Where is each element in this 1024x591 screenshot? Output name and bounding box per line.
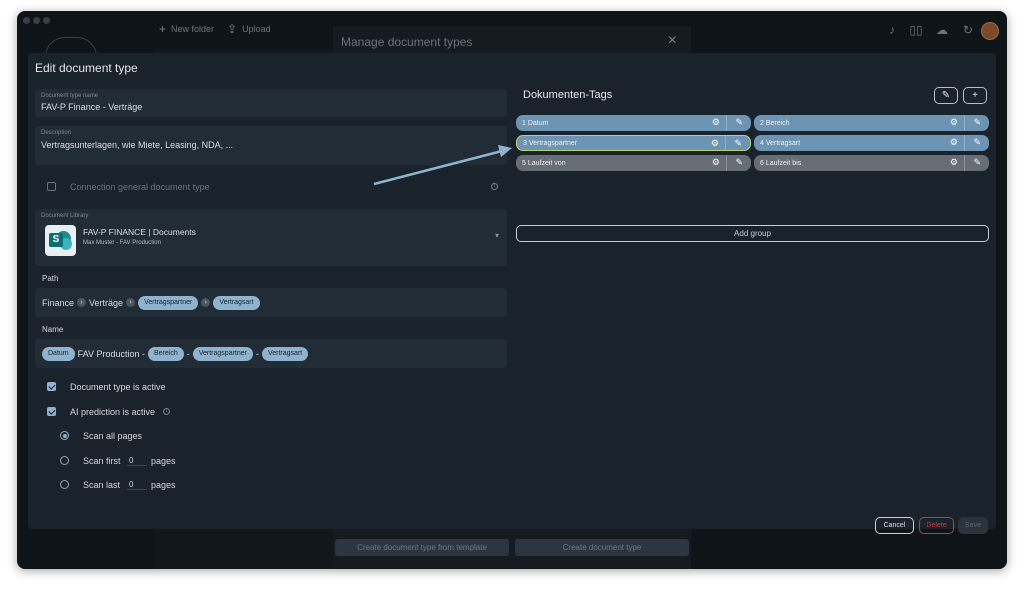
annotation-arrow [373, 145, 512, 186]
